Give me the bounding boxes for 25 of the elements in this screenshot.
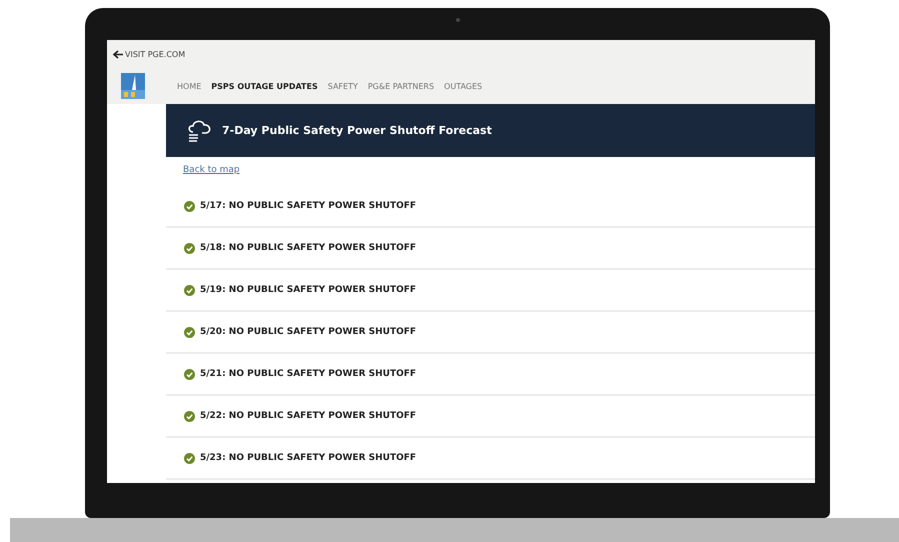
nav-tab[interactable]: PSPS OUTAGE UPDATES (211, 82, 318, 90)
check-icon (184, 410, 195, 422)
check-icon (184, 326, 195, 338)
visit-link[interactable]: VISIT PGE.COM (113, 50, 186, 59)
left-arrow-icon (113, 50, 123, 59)
nav-tab[interactable]: HOME (177, 82, 202, 90)
check-icon (184, 452, 195, 464)
check-icon (184, 242, 195, 254)
check-icon (184, 200, 195, 212)
back-to-map-link[interactable]: Back to map (183, 165, 240, 175)
forecast-status: 5/21: NO PUBLIC SAFETY POWER SHUTOFF (200, 369, 416, 379)
forecast-status: 5/22: NO PUBLIC SAFETY POWER SHUTOFF (200, 411, 416, 421)
forecast-status: 5/23: NO PUBLIC SAFETY POWER SHUTOFF (200, 453, 416, 463)
forecast-status: 5/19: NO PUBLIC SAFETY POWER SHUTOFF (200, 285, 416, 295)
camera-icon (456, 18, 460, 22)
nav-tab[interactable]: OUTAGES (444, 82, 482, 90)
nav-tab[interactable]: SAFETY (328, 82, 358, 90)
forecast-status: 5/17: NO PUBLIC SAFETY POWER SHUTOFF (200, 201, 416, 211)
forecast-status: 5/20: NO PUBLIC SAFETY POWER SHUTOFF (200, 327, 416, 337)
banner-title: 7-Day Public Safety Power Shutoff Forecast (222, 124, 492, 137)
logo-icon (121, 73, 145, 99)
check-icon (184, 284, 195, 296)
check-icon (184, 368, 195, 380)
nav-tab[interactable]: PG&E PARTNERS (368, 82, 434, 90)
forecast-status: 5/18: NO PUBLIC SAFETY POWER SHUTOFF (200, 243, 416, 253)
